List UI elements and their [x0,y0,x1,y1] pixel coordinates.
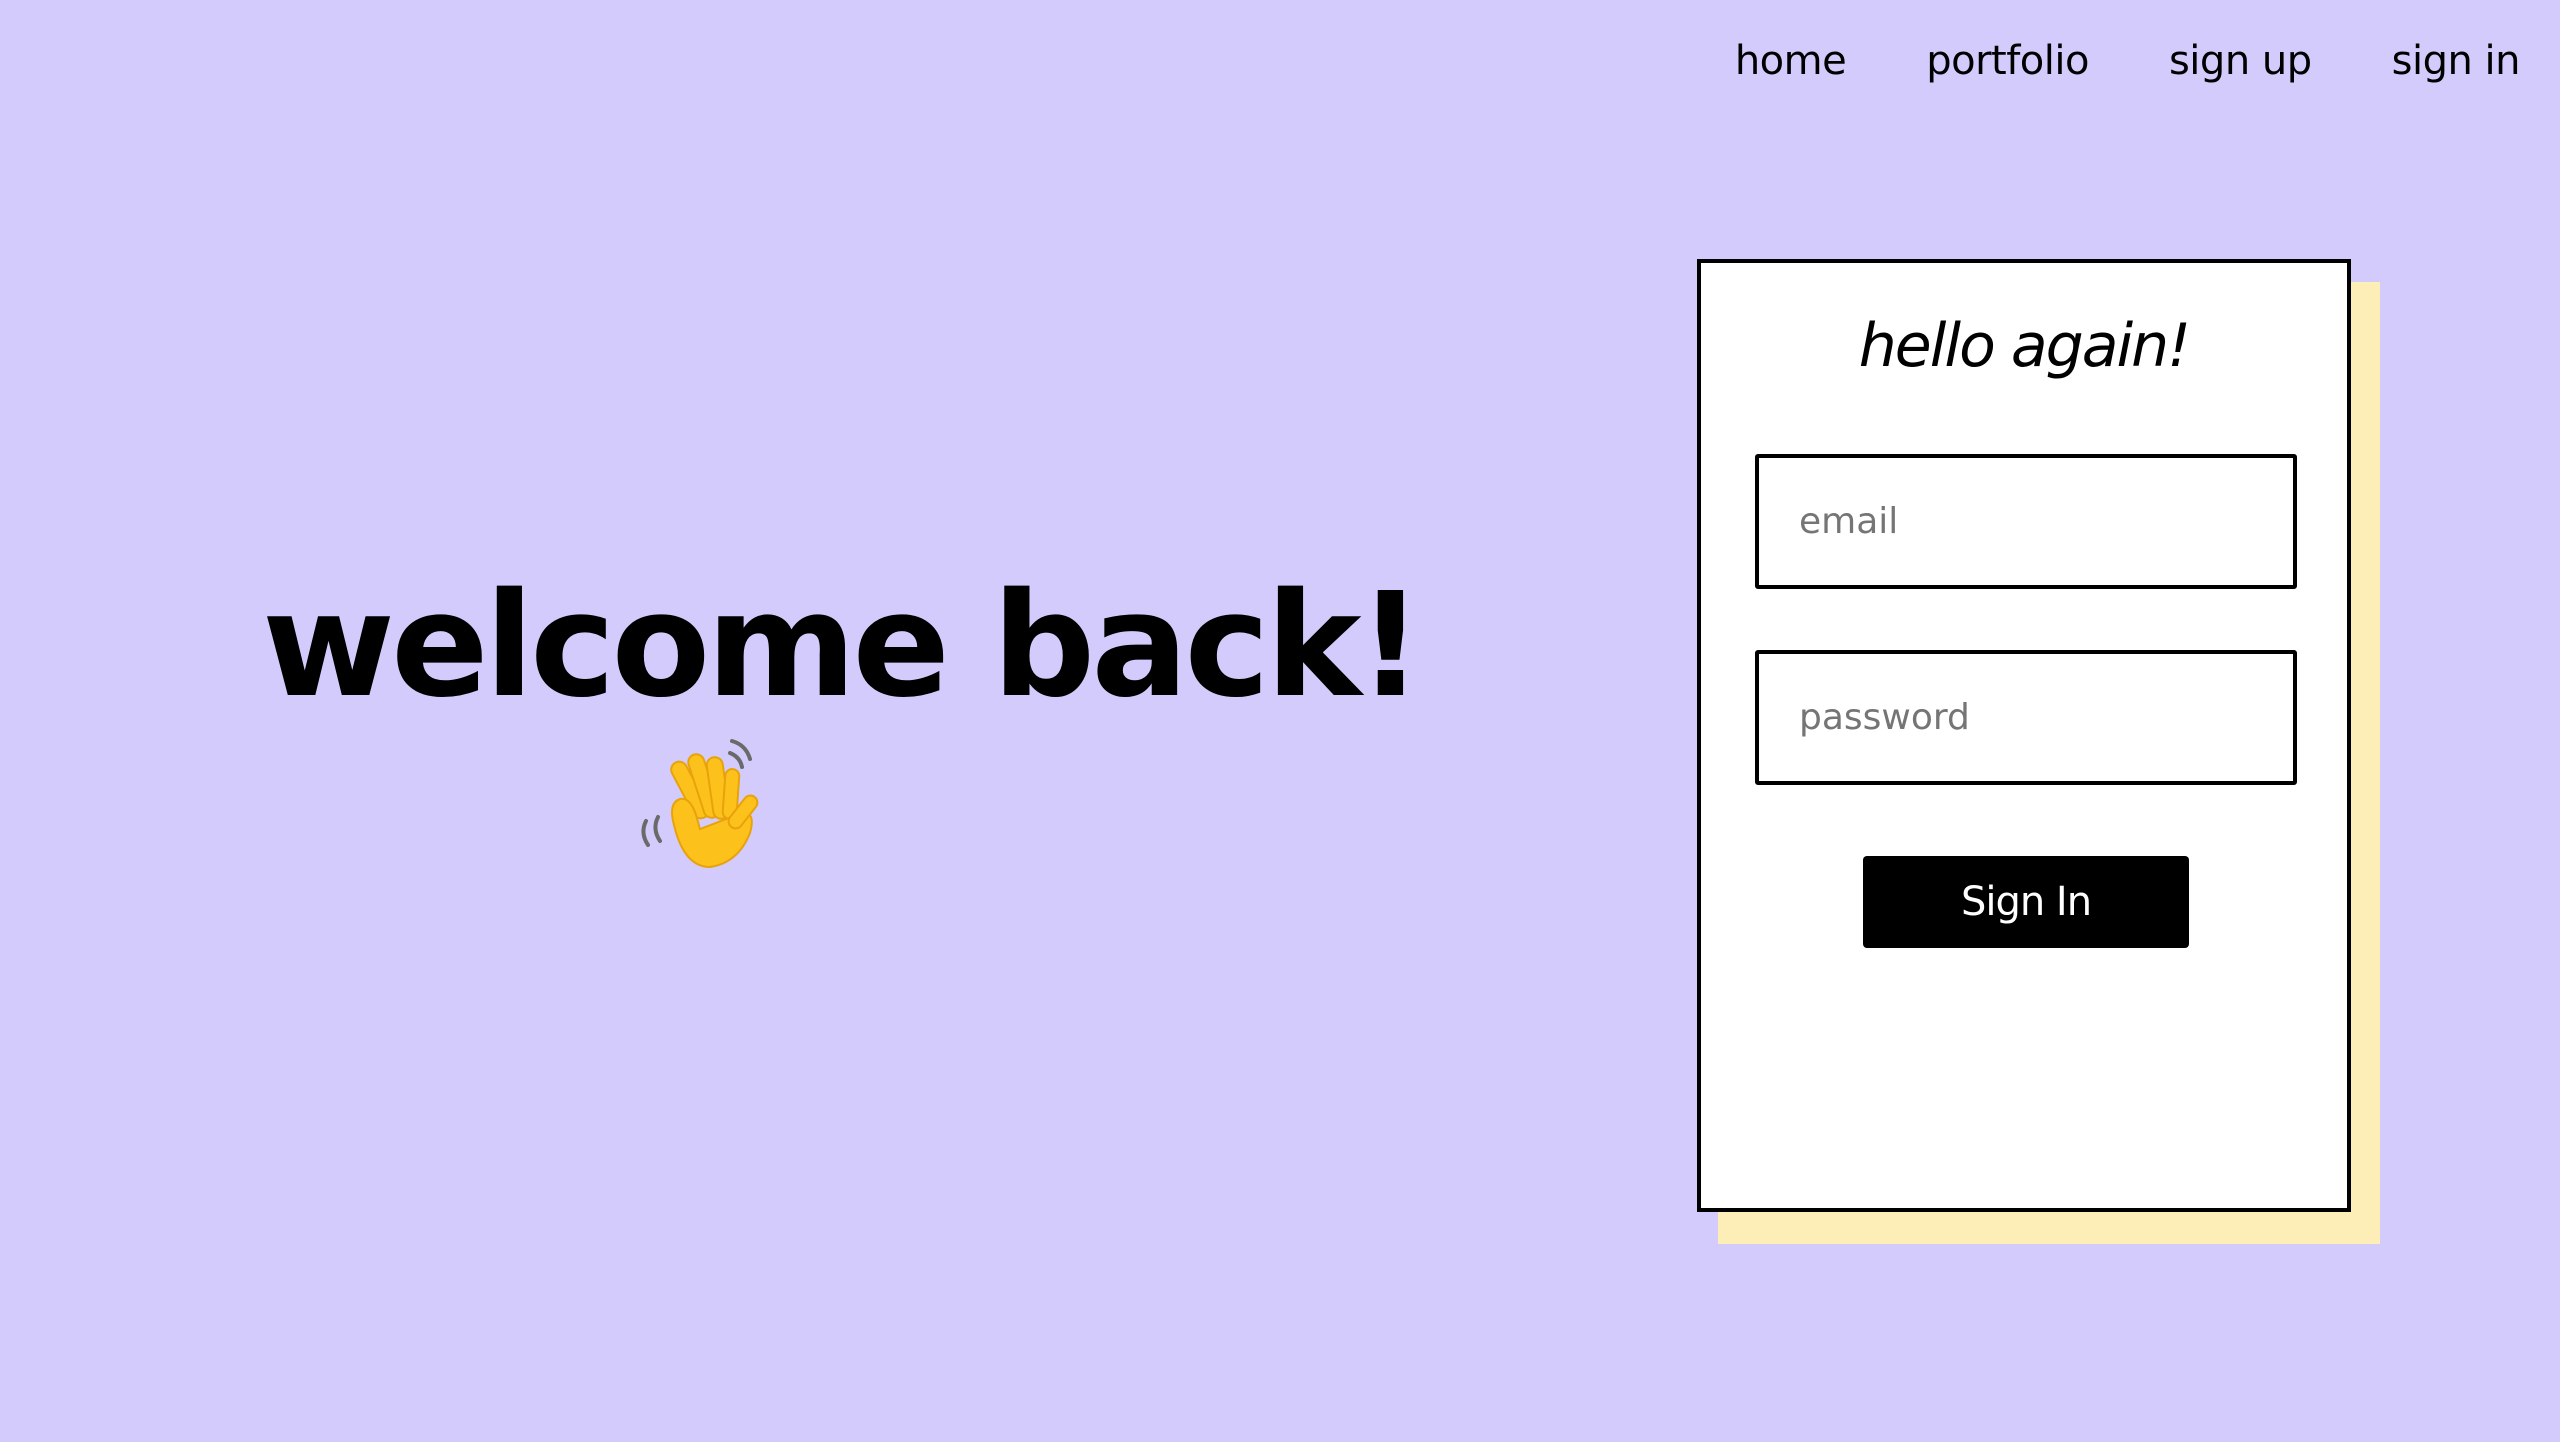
email-input[interactable] [1755,454,2297,589]
nav-portfolio-link[interactable]: portfolio [1926,38,2089,84]
hero: welcome back! [262,561,1423,877]
sign-in-button[interactable]: Sign In [1863,856,2189,948]
waving-hand-icon [634,733,774,877]
nav-sign-up-link[interactable]: sign up [2169,38,2312,84]
password-input[interactable] [1755,650,2297,785]
card-title: hello again! [1858,311,2191,381]
nav-sign-in-link[interactable]: sign in [2392,38,2521,84]
hero-title: welcome back! [262,561,1423,729]
sign-in-card: hello again! Sign In [1697,259,2351,1212]
top-nav: home portfolio sign up sign in [1735,38,2521,84]
nav-home-link[interactable]: home [1735,38,1847,84]
